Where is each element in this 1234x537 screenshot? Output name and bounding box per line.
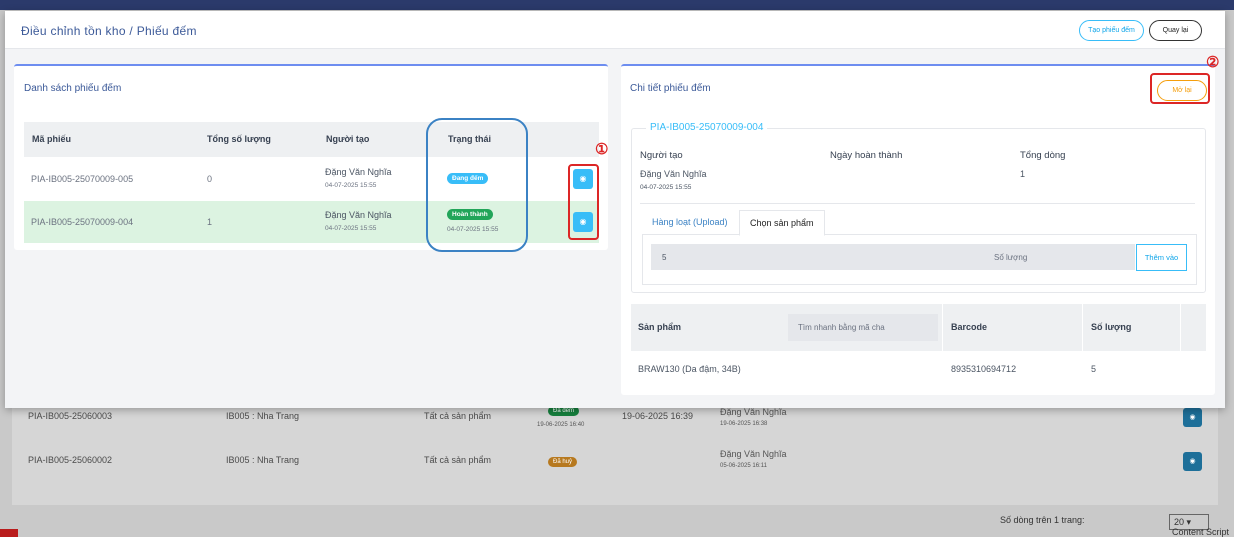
total-lines-value: 1	[1020, 169, 1026, 179]
row-creator: Đặng Văn Nghĩa	[325, 210, 392, 220]
col-product: Sản phẩm	[638, 322, 682, 332]
row-creator-date: 19-06-2025 16:38	[720, 421, 768, 427]
creator-date: 04-07-2025 15:55	[640, 184, 692, 191]
row-store: IB005 : Nha Trang	[226, 455, 300, 465]
view-icon[interactable]: ◉	[1183, 452, 1202, 471]
tab-content: 5 Số lượng Thêm vào	[642, 235, 1197, 285]
row-creator: Đặng Văn Nghĩa	[325, 167, 392, 177]
count-code: PIA-IB005-25070009-004	[646, 122, 768, 133]
add-button[interactable]: Thêm vào	[1136, 244, 1187, 271]
creator-label: Người tạo	[640, 150, 683, 161]
completed-label: Ngày hoàn thành	[830, 150, 903, 161]
content-script-label: Content Script	[1172, 527, 1230, 537]
annotation-marker-2: ②	[1206, 54, 1220, 71]
annotation-oval	[426, 118, 528, 252]
row-creator: Đặng Văn Nghĩa	[720, 449, 787, 459]
corner-badge	[0, 529, 18, 537]
row-qty: 0	[207, 174, 213, 184]
app-topbar	[0, 0, 1234, 10]
row-creator-date: 05-06-2025 16:11	[720, 463, 767, 469]
row-done-at: 19-06-2025 16:39	[622, 411, 694, 421]
col-creator: Người tạo	[326, 134, 370, 144]
product-name: BRAW130 (Da đậm, 34B)	[638, 364, 741, 374]
detail-fieldset: PIA-IB005-25070009-004 Người tạo Ngày ho…	[631, 122, 1206, 293]
annotation-marker-1: ①	[595, 141, 609, 158]
column-divider	[1082, 304, 1083, 351]
count-list-panel: Danh sách phiếu đếm Mã phiếu Tổng số lượ…	[14, 64, 608, 252]
quantity-value: 5	[662, 253, 667, 262]
view-icon[interactable]: ◉	[1183, 408, 1202, 427]
count-detail-panel: Chi tiết phiếu đếm Mở lại PIA-IB005-2507…	[621, 64, 1215, 395]
col-barcode: Barcode	[951, 322, 988, 332]
quantity-field[interactable]: 5 Số lượng	[651, 244, 1135, 270]
row-code: PIA-IB005-25060003	[28, 411, 113, 421]
detail-title: Chi tiết phiếu đếm	[630, 83, 711, 94]
col-quantity: Số lượng	[1091, 322, 1132, 332]
row-scope: Tất cả sản phẩm	[424, 455, 492, 465]
status-badge: Đã huỷ	[548, 457, 578, 467]
stock-count-modal: Điều chỉnh tồn kho / Phiếu đếm Tạo phiếu…	[5, 11, 1225, 408]
rows-per-page-value: 20	[1174, 517, 1185, 527]
create-count-button[interactable]: Tạo phiếu đếm	[1079, 20, 1144, 41]
annotation-box-1	[568, 164, 599, 240]
product-barcode: 8935310694712	[951, 364, 1017, 374]
row-code: PIA-IB005-25070009-004	[31, 217, 134, 227]
page-title: Điều chỉnh tồn kho / Phiếu đếm	[21, 24, 197, 38]
total-lines-label: Tổng dòng	[1020, 150, 1066, 161]
row-code: PIA-IB005-25060002	[28, 455, 113, 465]
product-qty: 5	[1091, 364, 1097, 374]
row-qty: 1	[207, 217, 213, 227]
search-input[interactable]: Tìm nhanh bằng mã cha	[788, 314, 938, 341]
status-date: 19-06-2025 16:40	[537, 422, 585, 428]
tab-bar: Hàng loạt (Upload) Chọn sản phẩm	[642, 210, 1197, 236]
product-table-header: Sản phẩm Tìm nhanh bằng mã cha Barcode S…	[631, 304, 1206, 351]
col-total-qty: Tổng số lượng	[207, 134, 271, 144]
column-divider	[942, 304, 943, 351]
row-store: IB005 : Nha Trang	[226, 411, 300, 421]
row-created: 04-07-2025 15:55	[325, 225, 377, 232]
modal-header: Điều chỉnh tồn kho / Phiếu đếm Tạo phiếu…	[5, 11, 1225, 49]
row-code: PIA-IB005-25070009-005	[31, 174, 134, 184]
row-created: 04-07-2025 15:55	[325, 182, 377, 189]
table-row[interactable]: PIA-IB005-25060002 IB005 : Nha Trang Tất…	[12, 442, 1218, 482]
column-divider	[1180, 304, 1181, 351]
rows-per-page-label: Số dòng trên 1 trang:	[1000, 515, 1085, 525]
creator-value: Đặng Văn Nghĩa	[640, 169, 707, 179]
back-button[interactable]: Quay lại	[1149, 20, 1202, 41]
annotation-box-2	[1150, 73, 1210, 104]
tab-upload[interactable]: Hàng loạt (Upload)	[642, 210, 738, 236]
table-row[interactable]: BRAW130 (Da đậm, 34B) 8935310694712 5	[631, 356, 1206, 386]
row-creator: Đặng Văn Nghĩa	[720, 407, 787, 417]
tab-select-product[interactable]: Chọn sản phẩm	[739, 210, 825, 236]
quantity-placeholder: Số lượng	[994, 253, 1028, 262]
row-scope: Tất cả sản phẩm	[424, 411, 492, 421]
list-title: Danh sách phiếu đếm	[24, 83, 122, 94]
divider	[640, 203, 1195, 204]
col-code: Mã phiếu	[32, 134, 72, 144]
